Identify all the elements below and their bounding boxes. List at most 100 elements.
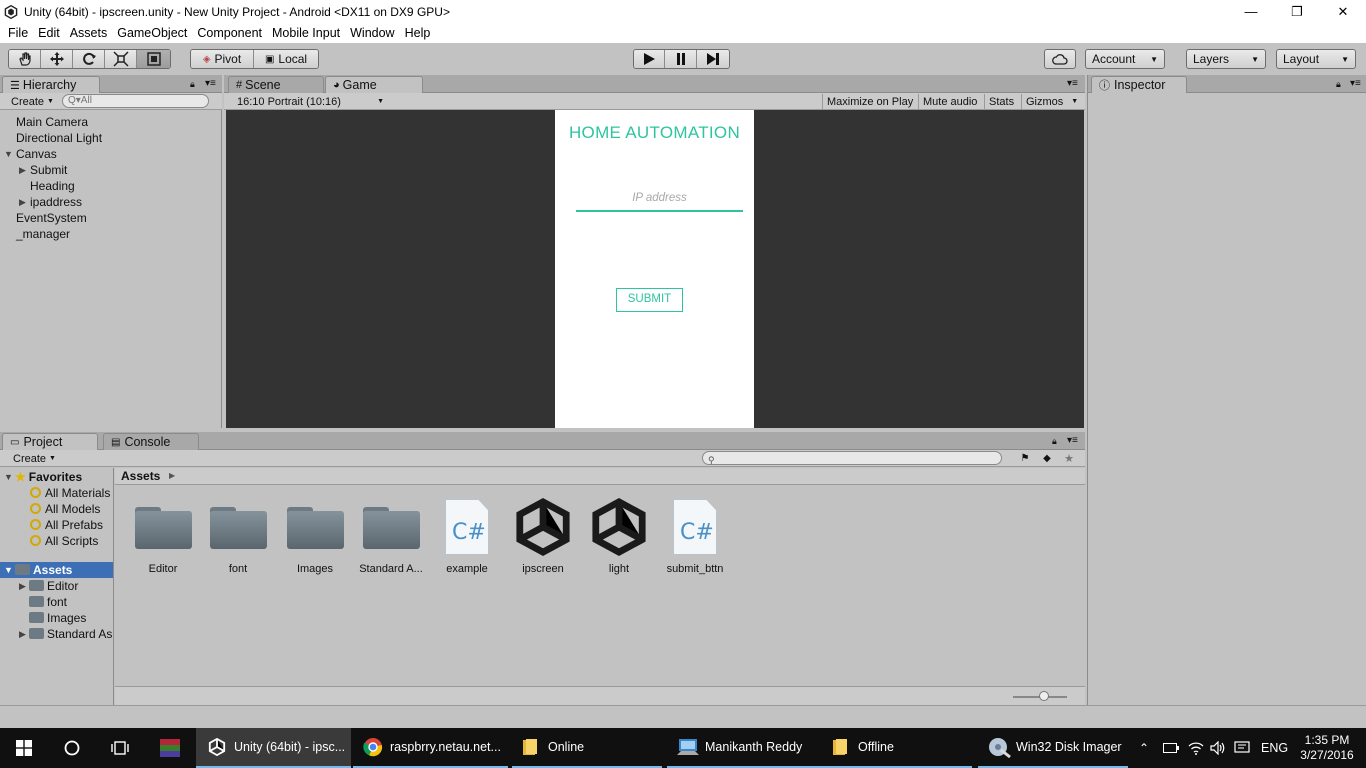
layers-dropdown[interactable]: Layers ▼ xyxy=(1186,49,1266,69)
close-button[interactable]: ✕ xyxy=(1320,0,1366,23)
asset-folder-font[interactable]: font xyxy=(200,497,276,575)
expand-arrow-icon[interactable]: ▼ xyxy=(4,149,13,159)
asset-script-example[interactable]: C# example xyxy=(429,497,505,575)
task-view-button[interactable] xyxy=(96,728,144,768)
step-button[interactable] xyxy=(696,50,729,68)
project-create-button[interactable]: Create ▼ xyxy=(9,451,60,466)
taskbar-disk-imager[interactable]: Win32 Disk Imager xyxy=(978,728,1128,768)
hand-tool-button[interactable] xyxy=(9,50,41,68)
rect-tool-button[interactable] xyxy=(137,50,170,68)
hierarchy-create-button[interactable]: Create ▼ xyxy=(7,94,58,109)
language-indicator[interactable]: ENG xyxy=(1261,728,1288,768)
hierarchy-item-submit[interactable]: Submit xyxy=(30,163,67,177)
winrar-app-button[interactable] xyxy=(144,728,196,768)
wifi-icon[interactable] xyxy=(1188,728,1204,768)
tree-folder-editor[interactable]: Editor xyxy=(29,579,78,593)
tab-hierarchy[interactable]: ☰ Hierarchy xyxy=(2,76,100,93)
gizmos-dropdown[interactable]: Gizmos ▼ xyxy=(1021,94,1082,109)
hierarchy-item-manager[interactable]: _manager xyxy=(16,227,70,241)
cortana-button[interactable] xyxy=(48,728,96,768)
menu-gameobject[interactable]: GameObject xyxy=(112,26,192,40)
lock-icon[interactable]: 🔒︎ xyxy=(190,79,195,90)
ip-address-input[interactable]: IP address xyxy=(576,188,743,212)
asset-script-submit-bttn[interactable]: C# submit_bttn xyxy=(657,497,733,575)
battery-icon[interactable] xyxy=(1163,728,1179,768)
favorites-header[interactable]: ★ Favorites xyxy=(15,470,82,484)
scale-tool-button[interactable] xyxy=(105,50,137,68)
taskbar-unity[interactable]: Unity (64bit) - ipsc... xyxy=(196,728,351,768)
asset-folder-standard-assets[interactable]: Standard A... xyxy=(353,497,429,575)
tree-folder-font[interactable]: font xyxy=(29,595,67,609)
asset-scene-light[interactable]: light xyxy=(581,497,657,575)
account-dropdown[interactable]: Account ▼ xyxy=(1085,49,1165,69)
filter-by-type-icon[interactable]: ⚑ xyxy=(1014,450,1036,467)
expand-arrow-icon[interactable]: ▼ xyxy=(4,565,13,575)
move-tool-button[interactable] xyxy=(41,50,73,68)
panel-menu-icon[interactable]: ▾≡ xyxy=(1350,78,1361,89)
menu-edit[interactable]: Edit xyxy=(33,26,65,40)
hierarchy-item-directional-light[interactable]: Directional Light xyxy=(16,131,102,145)
restore-button[interactable]: ❐ xyxy=(1274,0,1320,23)
asset-scene-ipscreen[interactable]: ipscreen xyxy=(505,497,581,575)
hierarchy-item-eventsystem[interactable]: EventSystem xyxy=(16,211,87,225)
minimize-button[interactable]: — xyxy=(1228,0,1274,23)
start-button[interactable] xyxy=(0,728,48,768)
menu-help[interactable]: Help xyxy=(400,26,436,40)
rotate-tool-button[interactable] xyxy=(73,50,105,68)
filter-by-label-icon[interactable]: ◆ xyxy=(1036,450,1058,467)
maximize-on-play-toggle[interactable]: Maximize on Play xyxy=(822,94,917,109)
layout-dropdown[interactable]: Layout ▼ xyxy=(1276,49,1356,69)
menu-assets[interactable]: Assets xyxy=(65,26,113,40)
action-center-icon[interactable] xyxy=(1234,728,1250,768)
lock-icon[interactable]: 🔒︎ xyxy=(1336,79,1341,90)
pivot-toggle[interactable]: ◈ Pivot xyxy=(191,50,255,68)
panel-menu-icon[interactable]: ▾≡ xyxy=(205,78,216,89)
favorite-all-materials[interactable]: All Materials xyxy=(30,486,110,500)
asset-folder-images[interactable]: Images xyxy=(277,497,353,575)
taskbar-chrome[interactable]: raspbrry.netau.net... xyxy=(353,728,508,768)
tab-inspector[interactable]: ⓘ Inspector xyxy=(1091,76,1187,93)
assets-tree-root[interactable]: Assets xyxy=(15,563,72,577)
panel-menu-icon[interactable]: ▾≡ xyxy=(1067,78,1078,89)
stats-toggle[interactable]: Stats xyxy=(984,94,1018,109)
favorite-star-icon[interactable]: ★ xyxy=(1058,450,1080,467)
expand-arrow-icon[interactable]: ▼ xyxy=(4,472,13,482)
menu-file[interactable]: File xyxy=(3,26,33,40)
taskbar-computer[interactable]: Manikanth Reddy xyxy=(667,728,822,768)
collapse-arrow-icon[interactable]: ▶ xyxy=(19,165,26,176)
show-hidden-icons-chevron-up-icon[interactable]: ⌃ xyxy=(1139,728,1149,768)
hierarchy-item-heading[interactable]: Heading xyxy=(30,179,75,193)
hierarchy-search-input[interactable]: Q▾All xyxy=(62,94,209,108)
hierarchy-item-main-camera[interactable]: Main Camera xyxy=(16,115,88,129)
tab-game[interactable]: ◕ Game xyxy=(325,76,423,93)
cloud-button[interactable] xyxy=(1044,49,1076,69)
mute-audio-toggle[interactable]: Mute audio xyxy=(918,94,981,109)
favorite-all-models[interactable]: All Models xyxy=(30,502,100,516)
lock-icon[interactable]: 🔒︎ xyxy=(1052,436,1057,447)
project-search-input[interactable]: ⚲ xyxy=(702,451,1002,465)
play-button[interactable] xyxy=(634,50,666,68)
taskbar-online-folder[interactable]: Online xyxy=(512,728,662,768)
local-toggle[interactable]: ▣ Local xyxy=(254,50,318,68)
menu-mobile-input[interactable]: Mobile Input xyxy=(267,26,345,40)
volume-icon[interactable] xyxy=(1210,728,1226,768)
pause-button[interactable] xyxy=(665,50,697,68)
slider-handle[interactable] xyxy=(1039,691,1049,701)
hierarchy-item-ipaddress[interactable]: ipaddress xyxy=(30,195,82,209)
breadcrumb-assets[interactable]: Assets xyxy=(121,469,160,483)
tab-console[interactable]: ▤ Console xyxy=(103,433,199,450)
menu-component[interactable]: Component xyxy=(192,26,267,40)
menu-window[interactable]: Window xyxy=(345,26,399,40)
game-viewport[interactable]: HOME AUTOMATION IP address SUBMIT xyxy=(226,110,1084,428)
tab-project[interactable]: ▭ Project xyxy=(2,433,98,450)
tree-folder-standard-assets[interactable]: Standard As xyxy=(29,627,114,641)
panel-menu-icon[interactable]: ▾≡ xyxy=(1067,435,1078,446)
submit-button[interactable]: SUBMIT xyxy=(616,288,683,312)
aspect-dropdown[interactable]: 16:10 Portrait (10:16) ▼ xyxy=(233,94,388,109)
collapse-arrow-icon[interactable]: ▶ xyxy=(19,629,26,640)
collapse-arrow-icon[interactable]: ▶ xyxy=(19,581,26,592)
favorite-all-scripts[interactable]: All Scripts xyxy=(30,534,98,548)
favorite-all-prefabs[interactable]: All Prefabs xyxy=(30,518,103,532)
tree-folder-images[interactable]: Images xyxy=(29,611,86,625)
collapse-arrow-icon[interactable]: ▶ xyxy=(19,197,26,208)
